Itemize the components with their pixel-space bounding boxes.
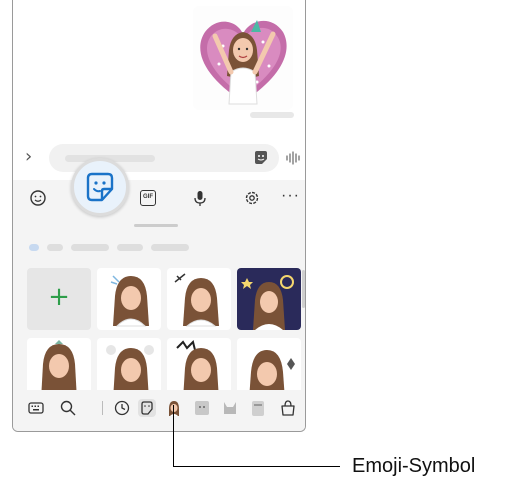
expand-options-button[interactable]: › xyxy=(25,148,32,166)
category-tab[interactable] xyxy=(71,244,109,251)
category-tab[interactable] xyxy=(47,244,63,251)
add-sticker-button[interactable]: + xyxy=(27,268,91,330)
add-icon: + xyxy=(48,282,70,312)
more-icon[interactable]: ··· xyxy=(281,187,300,205)
sticker-icon[interactable] xyxy=(253,150,269,166)
sticker-icon xyxy=(86,172,114,202)
message-input-row: › xyxy=(13,140,305,176)
panel-drag-handle[interactable] xyxy=(134,224,178,227)
avatar-sticker[interactable] xyxy=(237,268,301,330)
avatar-sticker-image xyxy=(110,275,149,327)
avatar-sticker[interactable] xyxy=(27,338,91,390)
callout-line xyxy=(173,466,340,467)
microphone-icon[interactable] xyxy=(191,189,209,207)
avatar-sticker[interactable] xyxy=(167,268,231,330)
sticker-category-strip xyxy=(13,238,305,258)
callout-line xyxy=(173,405,174,466)
avatar-sticker-image xyxy=(249,350,295,390)
avatar-sticker-image xyxy=(106,345,154,390)
sticker-pack-icon[interactable] xyxy=(193,399,211,417)
avatar-heart-sticker xyxy=(200,20,287,105)
category-tab[interactable] xyxy=(117,244,143,251)
avatar-sticker-image xyxy=(41,340,77,390)
avatar-sticker[interactable] xyxy=(237,338,301,390)
avatar-sticker[interactable] xyxy=(97,338,161,390)
phone-screen: › GIF ··· + xyxy=(12,0,306,432)
category-tab[interactable] xyxy=(29,244,39,251)
search-icon[interactable] xyxy=(59,399,77,417)
avatar-sticker[interactable] xyxy=(97,268,161,330)
keyboard-icon[interactable] xyxy=(27,399,45,417)
shopping-bag-icon[interactable] xyxy=(279,399,297,417)
sticker-bottom-bar xyxy=(13,393,305,423)
sticker-pack-icon[interactable] xyxy=(249,399,267,417)
avatar-sticker-image xyxy=(176,340,219,390)
callout-label: Emoji-Symbol xyxy=(352,455,476,477)
message-timestamp xyxy=(250,112,294,118)
voice-input-icon[interactable] xyxy=(285,150,301,166)
sticker-button[interactable] xyxy=(71,158,129,216)
sticker-grid: + xyxy=(13,266,305,390)
smiley-icon[interactable] xyxy=(29,189,47,207)
keyboard-toolbar: GIF ··· xyxy=(13,158,305,216)
category-tab[interactable] xyxy=(151,244,189,251)
sticker-tab-icon[interactable] xyxy=(137,398,157,418)
keyboard-panel: GIF ··· + xyxy=(13,158,305,431)
cat-sticker-icon[interactable] xyxy=(221,399,239,417)
sticker-scrollbar[interactable] xyxy=(302,270,305,308)
avatar-icon[interactable] xyxy=(165,399,183,417)
gif-button[interactable]: GIF xyxy=(140,190,156,206)
avatar-sticker-image xyxy=(174,273,219,327)
gear-icon[interactable] xyxy=(243,189,261,207)
clock-icon[interactable] xyxy=(113,399,131,417)
divider xyxy=(102,401,103,415)
sent-sticker-message[interactable] xyxy=(193,6,293,110)
avatar-sticker-image xyxy=(241,275,294,330)
avatar-sticker[interactable] xyxy=(167,338,231,390)
